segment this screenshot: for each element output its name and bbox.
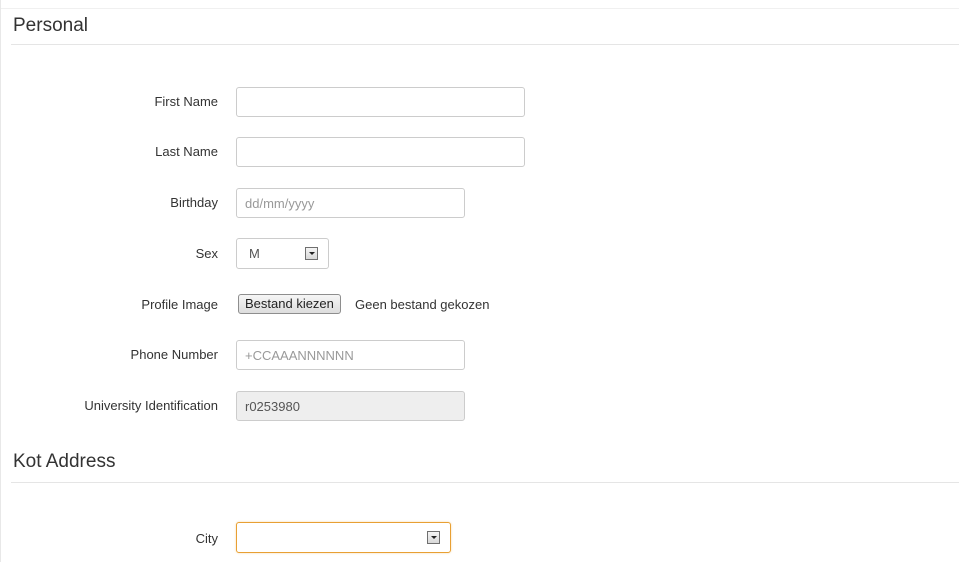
first-name-label: First Name [154, 94, 218, 109]
page-top-border [1, 8, 959, 9]
sex-label: Sex [195, 246, 218, 261]
last-name-input[interactable] [236, 137, 525, 167]
first-name-input[interactable] [236, 87, 525, 117]
page-left-border [0, 0, 1, 562]
city-select[interactable] [236, 522, 451, 553]
section-divider-personal [11, 44, 959, 45]
section-title-kot-address: Kot Address [13, 451, 116, 472]
section-divider-kot-address [11, 482, 959, 483]
file-status-text: Geen bestand gekozen [355, 297, 490, 312]
profile-form-page: Personal First Name Last Name Birthday S… [0, 0, 959, 562]
city-label: City [195, 531, 218, 546]
birthday-label: Birthday [170, 195, 218, 210]
birthday-input[interactable] [236, 188, 465, 218]
university-id-label: University Identification [84, 398, 218, 413]
last-name-label: Last Name [155, 144, 218, 159]
sex-select[interactable]: M [236, 238, 329, 269]
phone-number-label: Phone Number [130, 347, 218, 362]
chevron-down-icon[interactable] [305, 247, 318, 260]
chevron-down-icon[interactable] [427, 531, 440, 544]
sex-selected-value: M [249, 246, 260, 261]
section-title-personal: Personal [13, 15, 88, 36]
choose-file-button[interactable]: Bestand kiezen [238, 294, 341, 314]
phone-number-input[interactable] [236, 340, 465, 370]
university-id-input [236, 391, 465, 421]
profile-image-label: Profile Image [141, 297, 218, 312]
